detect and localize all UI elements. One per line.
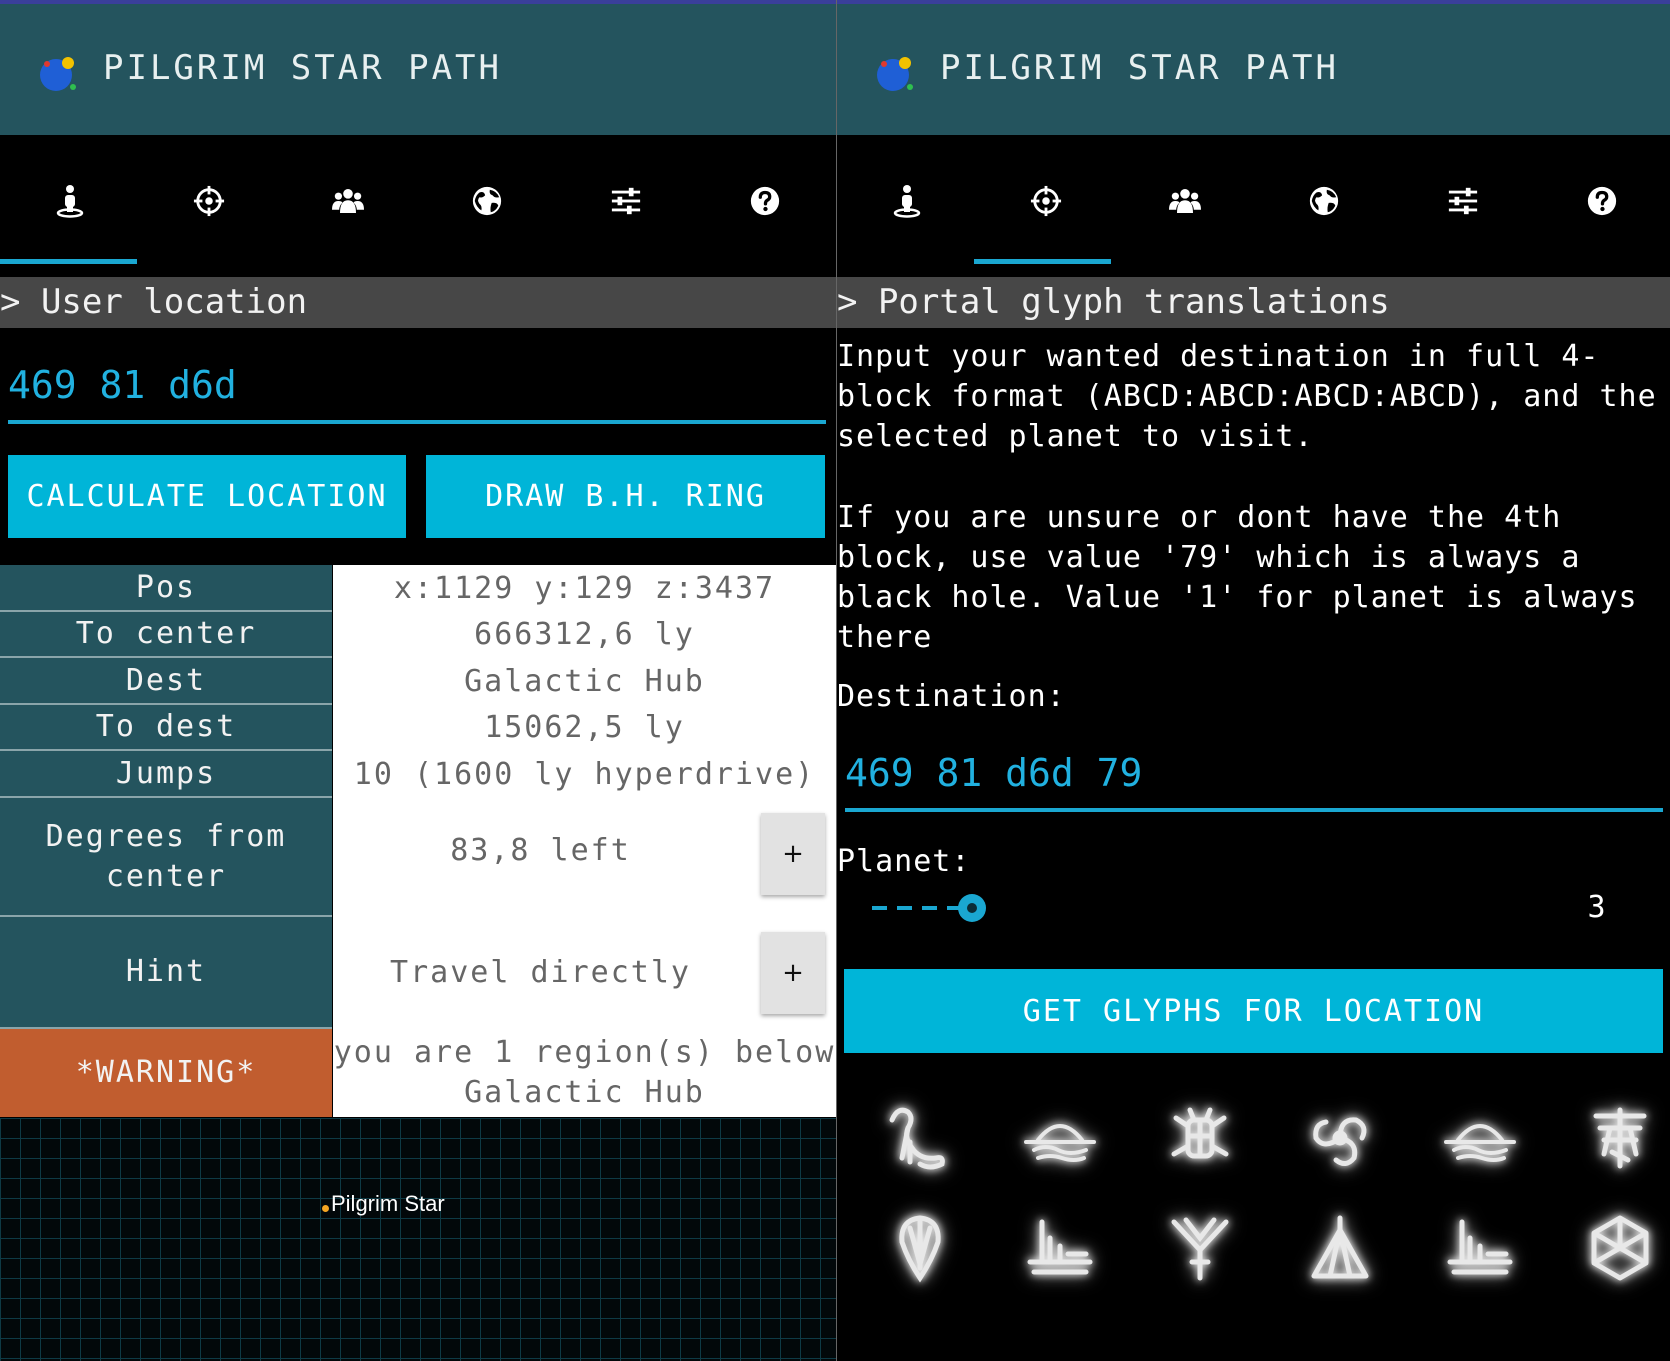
active-tab-indicator bbox=[974, 259, 1111, 264]
get-glyphs-button[interactable]: GET GLYPHS FOR LOCATION bbox=[844, 969, 1663, 1053]
jumps-label: Jumps bbox=[0, 751, 332, 798]
user-location-screen: PILGRIM STAR PATH > User location 469 81… bbox=[0, 0, 836, 1361]
glyph-hexagon-icon bbox=[1591, 1215, 1649, 1281]
tab-portal-glyphs[interactable] bbox=[976, 135, 1115, 266]
group-icon bbox=[1168, 188, 1201, 213]
glyph-7 bbox=[872, 1200, 968, 1296]
group-icon bbox=[331, 188, 364, 213]
to-dest-value: 15062,5 ly bbox=[333, 705, 836, 751]
glyph-tree-icon bbox=[1171, 1217, 1229, 1281]
degrees-expand-button[interactable]: + bbox=[761, 813, 825, 895]
to-center-label: To center bbox=[0, 612, 332, 658]
galaxy-map[interactable] bbox=[0, 1118, 836, 1361]
glyph-balloon-icon bbox=[899, 1215, 941, 1283]
globe-icon bbox=[1309, 186, 1338, 215]
person-location-icon bbox=[56, 184, 83, 218]
glyph-sunset-icon bbox=[889, 1107, 945, 1170]
glyph-2 bbox=[1012, 1090, 1108, 1186]
help-icon bbox=[1587, 186, 1616, 215]
glyph-6 bbox=[1572, 1090, 1668, 1186]
glyph-3 bbox=[1152, 1090, 1248, 1186]
app-title: PILGRIM STAR PATH bbox=[940, 48, 1339, 88]
glyph-1 bbox=[872, 1090, 968, 1186]
destination-label: Destination: bbox=[837, 679, 1066, 714]
warning-value: you are 1 region(s) below Galactic Hub bbox=[333, 1029, 836, 1117]
glyph-bug-icon bbox=[1171, 1107, 1229, 1159]
planet-value: 3 bbox=[1587, 890, 1607, 925]
app-title: PILGRIM STAR PATH bbox=[103, 48, 502, 88]
glyph-eclipse-icon bbox=[1444, 1124, 1516, 1162]
help-icon bbox=[750, 186, 779, 215]
pos-value: x:1129 y:129 z:3437 bbox=[333, 565, 836, 612]
glyph-9 bbox=[1152, 1200, 1248, 1296]
section-title: > Portal glyph translations bbox=[837, 277, 1670, 328]
to-center-value: 666312,6 ly bbox=[333, 612, 836, 658]
glyph-5 bbox=[1432, 1090, 1528, 1186]
app-logo-icon bbox=[877, 57, 913, 91]
pos-label: Pos bbox=[0, 565, 332, 612]
draw-bh-ring-button[interactable]: DRAW B.H. RING bbox=[426, 455, 825, 538]
glyph-boat-icon bbox=[1447, 1219, 1513, 1275]
globe-icon bbox=[472, 186, 501, 215]
tab-help[interactable] bbox=[1532, 135, 1670, 266]
app-bar: PILGRIM STAR PATH bbox=[837, 4, 1670, 135]
tab-galaxy[interactable] bbox=[1254, 135, 1393, 266]
crosshair-icon bbox=[1030, 185, 1061, 216]
sliders-icon bbox=[611, 187, 640, 214]
destination-input[interactable]: 469 81 d6d 79 bbox=[845, 746, 1663, 812]
warning-label: *WARNING* bbox=[0, 1029, 332, 1117]
instructions-format: Input your wanted destination in full 4-… bbox=[837, 339, 1657, 454]
app-logo-icon bbox=[40, 57, 76, 91]
active-tab-indicator bbox=[0, 259, 137, 264]
planet-slider-thumb[interactable] bbox=[958, 894, 986, 922]
instructions-blackhole: If you are unsure or dont have the 4th b… bbox=[837, 500, 1638, 655]
tab-settings[interactable] bbox=[556, 135, 695, 266]
person-location-icon bbox=[893, 184, 920, 218]
planet-label: Planet: bbox=[837, 844, 971, 879]
tab-community[interactable] bbox=[1115, 135, 1254, 266]
to-dest-label: To dest bbox=[0, 705, 332, 751]
jumps-value: 10 (1600 ly hyperdrive) bbox=[333, 751, 836, 798]
app-bar: PILGRIM STAR PATH bbox=[0, 4, 836, 135]
tab-help[interactable] bbox=[695, 135, 834, 266]
tab-community[interactable] bbox=[278, 135, 417, 266]
glyph-dragonfly-icon bbox=[1593, 1107, 1647, 1169]
glyph-4 bbox=[1292, 1090, 1388, 1186]
glyph-12 bbox=[1572, 1200, 1668, 1296]
hint-label: Hint bbox=[0, 917, 332, 1029]
planet-slider-track[interactable] bbox=[872, 906, 972, 910]
tab-user-location[interactable] bbox=[0, 135, 139, 266]
sliders-icon bbox=[1448, 187, 1477, 214]
tab-portal-glyphs[interactable] bbox=[139, 135, 278, 266]
glyph-10 bbox=[1292, 1200, 1388, 1296]
calculate-location-button[interactable]: CALCULATE LOCATION bbox=[8, 455, 406, 538]
tab-bar bbox=[837, 135, 1670, 266]
glyph-8 bbox=[1012, 1200, 1108, 1296]
crosshair-icon bbox=[193, 185, 224, 216]
hint-expand-button[interactable]: + bbox=[761, 932, 825, 1014]
glyph-11 bbox=[1432, 1200, 1528, 1296]
pilgrim-star-marker bbox=[322, 1205, 329, 1212]
glyph-vortex-icon bbox=[1313, 1117, 1367, 1166]
degrees-from-center-label: Degrees from center bbox=[0, 798, 332, 917]
glyph-boat-icon bbox=[1027, 1219, 1093, 1275]
dest-label: Dest bbox=[0, 658, 332, 705]
section-title: > User location bbox=[0, 277, 836, 328]
tab-user-location[interactable] bbox=[837, 135, 976, 266]
tab-bar bbox=[0, 135, 836, 266]
tab-settings[interactable] bbox=[1393, 135, 1532, 266]
dest-value: Galactic Hub bbox=[333, 658, 836, 705]
tab-galaxy[interactable] bbox=[417, 135, 556, 266]
glyph-tent-icon bbox=[1311, 1215, 1369, 1279]
coordinates-input[interactable]: 469 81 d6d bbox=[8, 358, 826, 424]
portal-glyphs-screen: PILGRIM STAR PATH > Portal glyph transla… bbox=[837, 0, 1670, 1361]
glyph-eclipse-icon bbox=[1024, 1124, 1096, 1162]
pilgrim-star-label: Pilgrim Star bbox=[331, 1191, 445, 1216]
